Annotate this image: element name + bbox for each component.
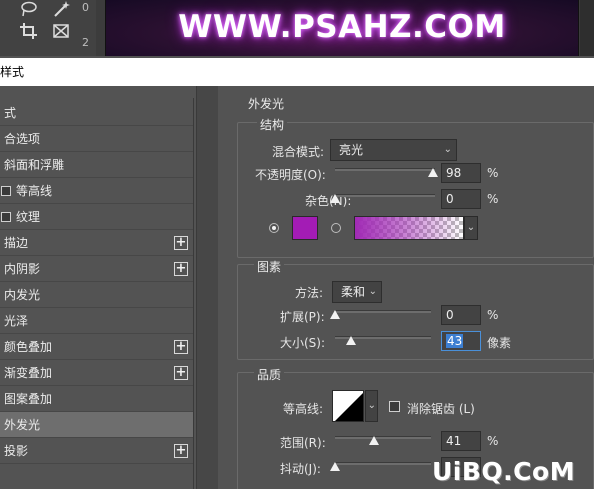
size-value: 43 [446,334,464,348]
add-icon[interactable]: + [174,236,188,250]
tool-number-2: 2 [82,36,89,49]
solid-color-radio[interactable] [269,223,279,233]
style-item-label: 式 [4,106,17,120]
style-item-label: 合选项 [4,132,41,146]
quality-title: 品质 [254,366,285,383]
canvas-banner: WWW.PSAHZ.COM [105,0,579,56]
technique-label: 方法: [295,286,324,300]
magic-wand-icon[interactable] [50,0,72,20]
range-slider[interactable] [335,436,431,439]
gradient-radio[interactable] [331,223,341,233]
range-label: 范围(R): [280,436,326,450]
spread-input[interactable]: 0 [441,305,481,325]
style-item-label: 内阴影 [4,262,41,276]
style-item[interactable]: 内阴影 + [0,256,193,282]
style-item-label: 渐变叠加 [4,366,53,380]
opacity-slider-thumb[interactable] [428,168,438,177]
size-input[interactable]: 43 [441,331,481,351]
structure-title: 结构 [257,116,288,133]
jitter-label: 抖动(J): [280,462,321,476]
chevron-down-icon: ⌄ [367,400,376,411]
spread-label: 扩展(P): [280,310,325,324]
technique-value: 柔和 [341,285,366,299]
opacity-unit: % [487,166,499,180]
style-item-label: 光泽 [4,314,29,328]
add-icon[interactable]: + [174,340,188,354]
dialog-title: 样式 [0,58,594,86]
style-item-label: 颜色叠加 [4,340,53,354]
banner-text: WWW.PSAHZ.COM [178,9,506,45]
style-checkbox[interactable] [1,212,11,222]
blend-mode-value: 亮光 [339,143,364,157]
outer-glow-panel: 外发光 结构 混合模式: 亮光 ⌄ 不透明度(O): 98 % 杂色(N): 0… [219,86,594,489]
noise-input[interactable]: 0 [441,189,481,209]
range-input[interactable]: 41 [441,431,481,451]
contour-preview[interactable] [332,390,364,422]
style-item-label: 内发光 [4,288,41,302]
opacity-slider[interactable] [335,168,435,171]
style-item[interactable]: 纹理 [0,204,193,230]
contour-label: 等高线: [283,402,324,416]
opacity-input[interactable]: 98 [441,163,481,183]
add-icon[interactable]: + [174,366,188,380]
tool-panel: 0 2 [0,0,96,56]
style-item[interactable]: 斜面和浮雕 [0,152,193,178]
noise-slider[interactable] [335,194,435,197]
chevron-down-icon: ⌄ [443,144,452,155]
jitter-slider-thumb[interactable] [330,462,340,471]
size-unit: 像素 [487,336,512,350]
style-item-label: 外发光 [4,418,41,432]
add-icon[interactable]: + [174,262,188,276]
blend-mode-label: 混合模式: [272,145,325,159]
style-item[interactable]: 合选项 [0,126,193,152]
style-item[interactable]: 外发光 [0,412,193,438]
style-item-label: 图案叠加 [4,392,53,406]
tool-number-0: 0 [82,1,89,14]
glow-color-swatch[interactable] [292,216,318,240]
canvas-edge [580,0,594,56]
panel-title: 外发光 [248,97,285,111]
style-item[interactable]: 图案叠加 [0,386,193,412]
style-item[interactable]: 等高线 [0,178,193,204]
style-item-label: 等高线 [16,184,53,198]
style-item-label: 投影 [4,444,29,458]
opacity-label: 不透明度(O): [255,168,326,182]
antialias-label: 消除锯齿 (L) [407,402,475,416]
style-item[interactable]: 颜色叠加 + [0,334,193,360]
range-unit: % [487,434,499,448]
style-checkbox[interactable] [1,186,11,196]
chevron-down-icon: ⌄ [368,286,377,297]
style-item[interactable]: 式 [0,100,193,126]
size-slider-thumb[interactable] [346,336,357,345]
style-item-label: 描边 [4,236,29,250]
add-icon[interactable]: + [174,444,188,458]
technique-select[interactable]: 柔和 ⌄ [332,281,382,303]
canvas-top-area: 0 2 WWW.PSAHZ.COM [0,0,594,56]
crop-icon[interactable] [18,22,40,42]
style-item[interactable]: 渐变叠加 + [0,360,193,386]
style-item[interactable]: 投影 + [0,438,193,464]
style-item-label: 斜面和浮雕 [4,158,65,172]
panel-gutter [196,86,218,489]
size-label: 大小(S): [280,336,326,350]
spread-slider-thumb[interactable] [330,310,340,319]
style-item[interactable]: 内发光 [0,282,193,308]
elements-title: 图素 [254,258,285,275]
jitter-slider[interactable] [335,462,431,465]
gradient-dropdown-icon[interactable]: ⌄ [464,216,478,240]
spread-unit: % [487,308,499,322]
blend-mode-select[interactable]: 亮光 ⌄ [330,139,457,161]
noise-unit: % [487,192,499,206]
noise-slider-thumb[interactable] [330,194,340,203]
spread-slider[interactable] [335,310,431,313]
style-item[interactable]: 光泽 [0,308,193,334]
frame-icon[interactable] [50,22,72,42]
antialias-checkbox[interactable] [389,401,400,412]
contour-dropdown[interactable]: ⌄ [365,390,378,422]
glow-gradient-preview[interactable] [354,216,464,240]
style-item[interactable]: 描边 + [0,230,193,256]
site-watermark: UiBQ.CoM [432,457,576,486]
range-slider-thumb[interactable] [369,436,380,445]
lasso-icon[interactable] [18,0,40,20]
